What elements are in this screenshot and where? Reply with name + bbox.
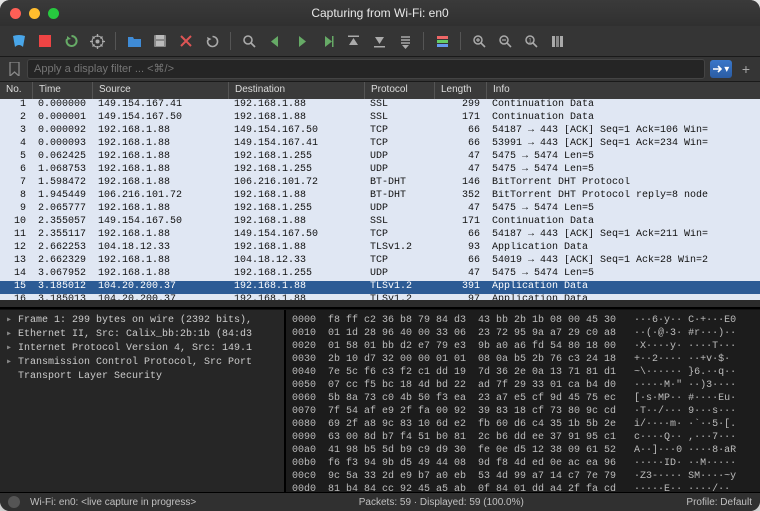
packet-row[interactable]: 81.945449106.216.101.72192.168.1.88BT-DH… (0, 190, 760, 203)
details-row[interactable]: ▸Ethernet II, Src: Calix_bb:2b:1b (84:d3 (2, 328, 282, 342)
toolbar-sep (230, 32, 231, 50)
zoom-out-button[interactable] (494, 30, 516, 52)
packet-row[interactable]: 112.355117192.168.1.88149.154.167.50TCP6… (0, 229, 760, 242)
col-time[interactable]: Time (32, 82, 92, 99)
packet-row[interactable]: 20.000001149.154.167.50192.168.1.88SSL17… (0, 112, 760, 125)
resize-columns-button[interactable] (546, 30, 568, 52)
packet-list[interactable]: No. Time Source Destination Protocol Len… (0, 82, 760, 309)
window: Capturing from Wi-Fi: en0 1 ▾ + (0, 0, 760, 511)
packet-details[interactable]: ▸Frame 1: 299 bytes on wire (2392 bits),… (0, 310, 286, 492)
apply-filter-button[interactable]: ▾ (710, 60, 732, 78)
toolbar-sep (423, 32, 424, 50)
lower-panes: ▸Frame 1: 299 bytes on wire (2392 bits),… (0, 309, 760, 492)
status-profile[interactable]: Profile: Default (686, 497, 752, 508)
window-title: Capturing from Wi-Fi: en0 (0, 6, 760, 20)
toolbar-sep (460, 32, 461, 50)
col-info[interactable]: Info (486, 82, 760, 99)
packet-row[interactable]: 10.000000149.154.167.41192.168.1.88SSL29… (0, 99, 760, 112)
stop-capture-button[interactable] (34, 30, 56, 52)
details-row[interactable]: ▸Frame 1: 299 bytes on wire (2392 bits), (2, 314, 282, 328)
go-back-button[interactable] (264, 30, 286, 52)
packet-row[interactable]: 92.065777192.168.1.88192.168.1.255UDP475… (0, 203, 760, 216)
expand-icon[interactable]: ▸ (6, 328, 14, 342)
col-proto[interactable]: Protocol (364, 82, 434, 99)
filter-bar: ▾ + (0, 57, 760, 82)
col-no[interactable]: No. (0, 82, 32, 99)
packet-list-header[interactable]: No. Time Source Destination Protocol Len… (0, 82, 760, 99)
packet-row[interactable]: 30.000092192.168.1.88149.154.167.50TCP66… (0, 125, 760, 138)
zoom-reset-button[interactable]: 1 (520, 30, 542, 52)
display-filter-input[interactable] (27, 59, 705, 79)
status-packets: Packets: 59 · Displayed: 59 (100.0%) (359, 497, 524, 508)
goto-first-button[interactable] (342, 30, 364, 52)
details-row[interactable]: ▸Transmission Control Protocol, Src Port (2, 356, 282, 370)
packet-row[interactable]: 132.662329192.168.1.88104.18.12.33TCP665… (0, 255, 760, 268)
start-capture-button[interactable] (8, 30, 30, 52)
toolbar: 1 (0, 26, 760, 57)
packet-row[interactable]: 61.068753192.168.1.88192.168.1.255UDP475… (0, 164, 760, 177)
packet-row[interactable]: 153.185012104.20.200.37192.168.1.88TLSv1… (0, 281, 760, 294)
expand-icon[interactable]: ▸ (6, 314, 14, 328)
open-file-button[interactable] (123, 30, 145, 52)
goto-packet-button[interactable] (316, 30, 338, 52)
reload-button[interactable] (201, 30, 223, 52)
toolbar-sep (115, 32, 116, 50)
packet-bytes[interactable]: 0000 f8 ff c2 36 b8 79 84 d3 43 bb 2b 1b… (286, 310, 760, 492)
packet-row[interactable]: 102.355057149.154.167.50192.168.1.88SSL1… (0, 216, 760, 229)
col-length[interactable]: Length (434, 82, 486, 99)
packet-row[interactable]: 40.000093192.168.1.88149.154.167.41TCP66… (0, 138, 760, 151)
titlebar: Capturing from Wi-Fi: en0 (0, 0, 760, 26)
auto-scroll-button[interactable] (394, 30, 416, 52)
details-row[interactable]: ▸Internet Protocol Version 4, Src: 149.1 (2, 342, 282, 356)
packet-row[interactable]: 122.662253104.18.12.33192.168.1.88TLSv1.… (0, 242, 760, 255)
restart-capture-button[interactable] (60, 30, 82, 52)
details-row[interactable]: Transport Layer Security (2, 370, 282, 384)
packet-row[interactable]: 50.062425192.168.1.88192.168.1.255UDP475… (0, 151, 760, 164)
goto-last-button[interactable] (368, 30, 390, 52)
expert-info-button[interactable] (8, 496, 20, 508)
zoom-in-button[interactable] (468, 30, 490, 52)
bookmark-icon[interactable] (6, 61, 22, 77)
packet-row[interactable]: 163.185013104.20.200.37192.168.1.88TLSv1… (0, 294, 760, 307)
col-source[interactable]: Source (92, 82, 228, 99)
status-bar: Wi-Fi: en0: <live capture in progress> P… (0, 492, 760, 511)
packet-row[interactable]: 143.067952192.168.1.88192.168.1.255UDP47… (0, 268, 760, 281)
find-packet-button[interactable] (238, 30, 260, 52)
go-forward-button[interactable] (290, 30, 312, 52)
coloring-button[interactable] (431, 30, 453, 52)
packet-row[interactable]: 71.598472192.168.1.88106.216.101.72BT-DH… (0, 177, 760, 190)
col-dest[interactable]: Destination (228, 82, 364, 99)
expand-icon[interactable]: ▸ (6, 342, 14, 356)
save-button[interactable] (149, 30, 171, 52)
close-file-button[interactable] (175, 30, 197, 52)
add-filter-expression-button[interactable]: + (738, 61, 754, 77)
status-left: Wi-Fi: en0: <live capture in progress> (30, 497, 196, 508)
capture-options-button[interactable] (86, 30, 108, 52)
expand-icon[interactable]: ▸ (6, 356, 14, 370)
